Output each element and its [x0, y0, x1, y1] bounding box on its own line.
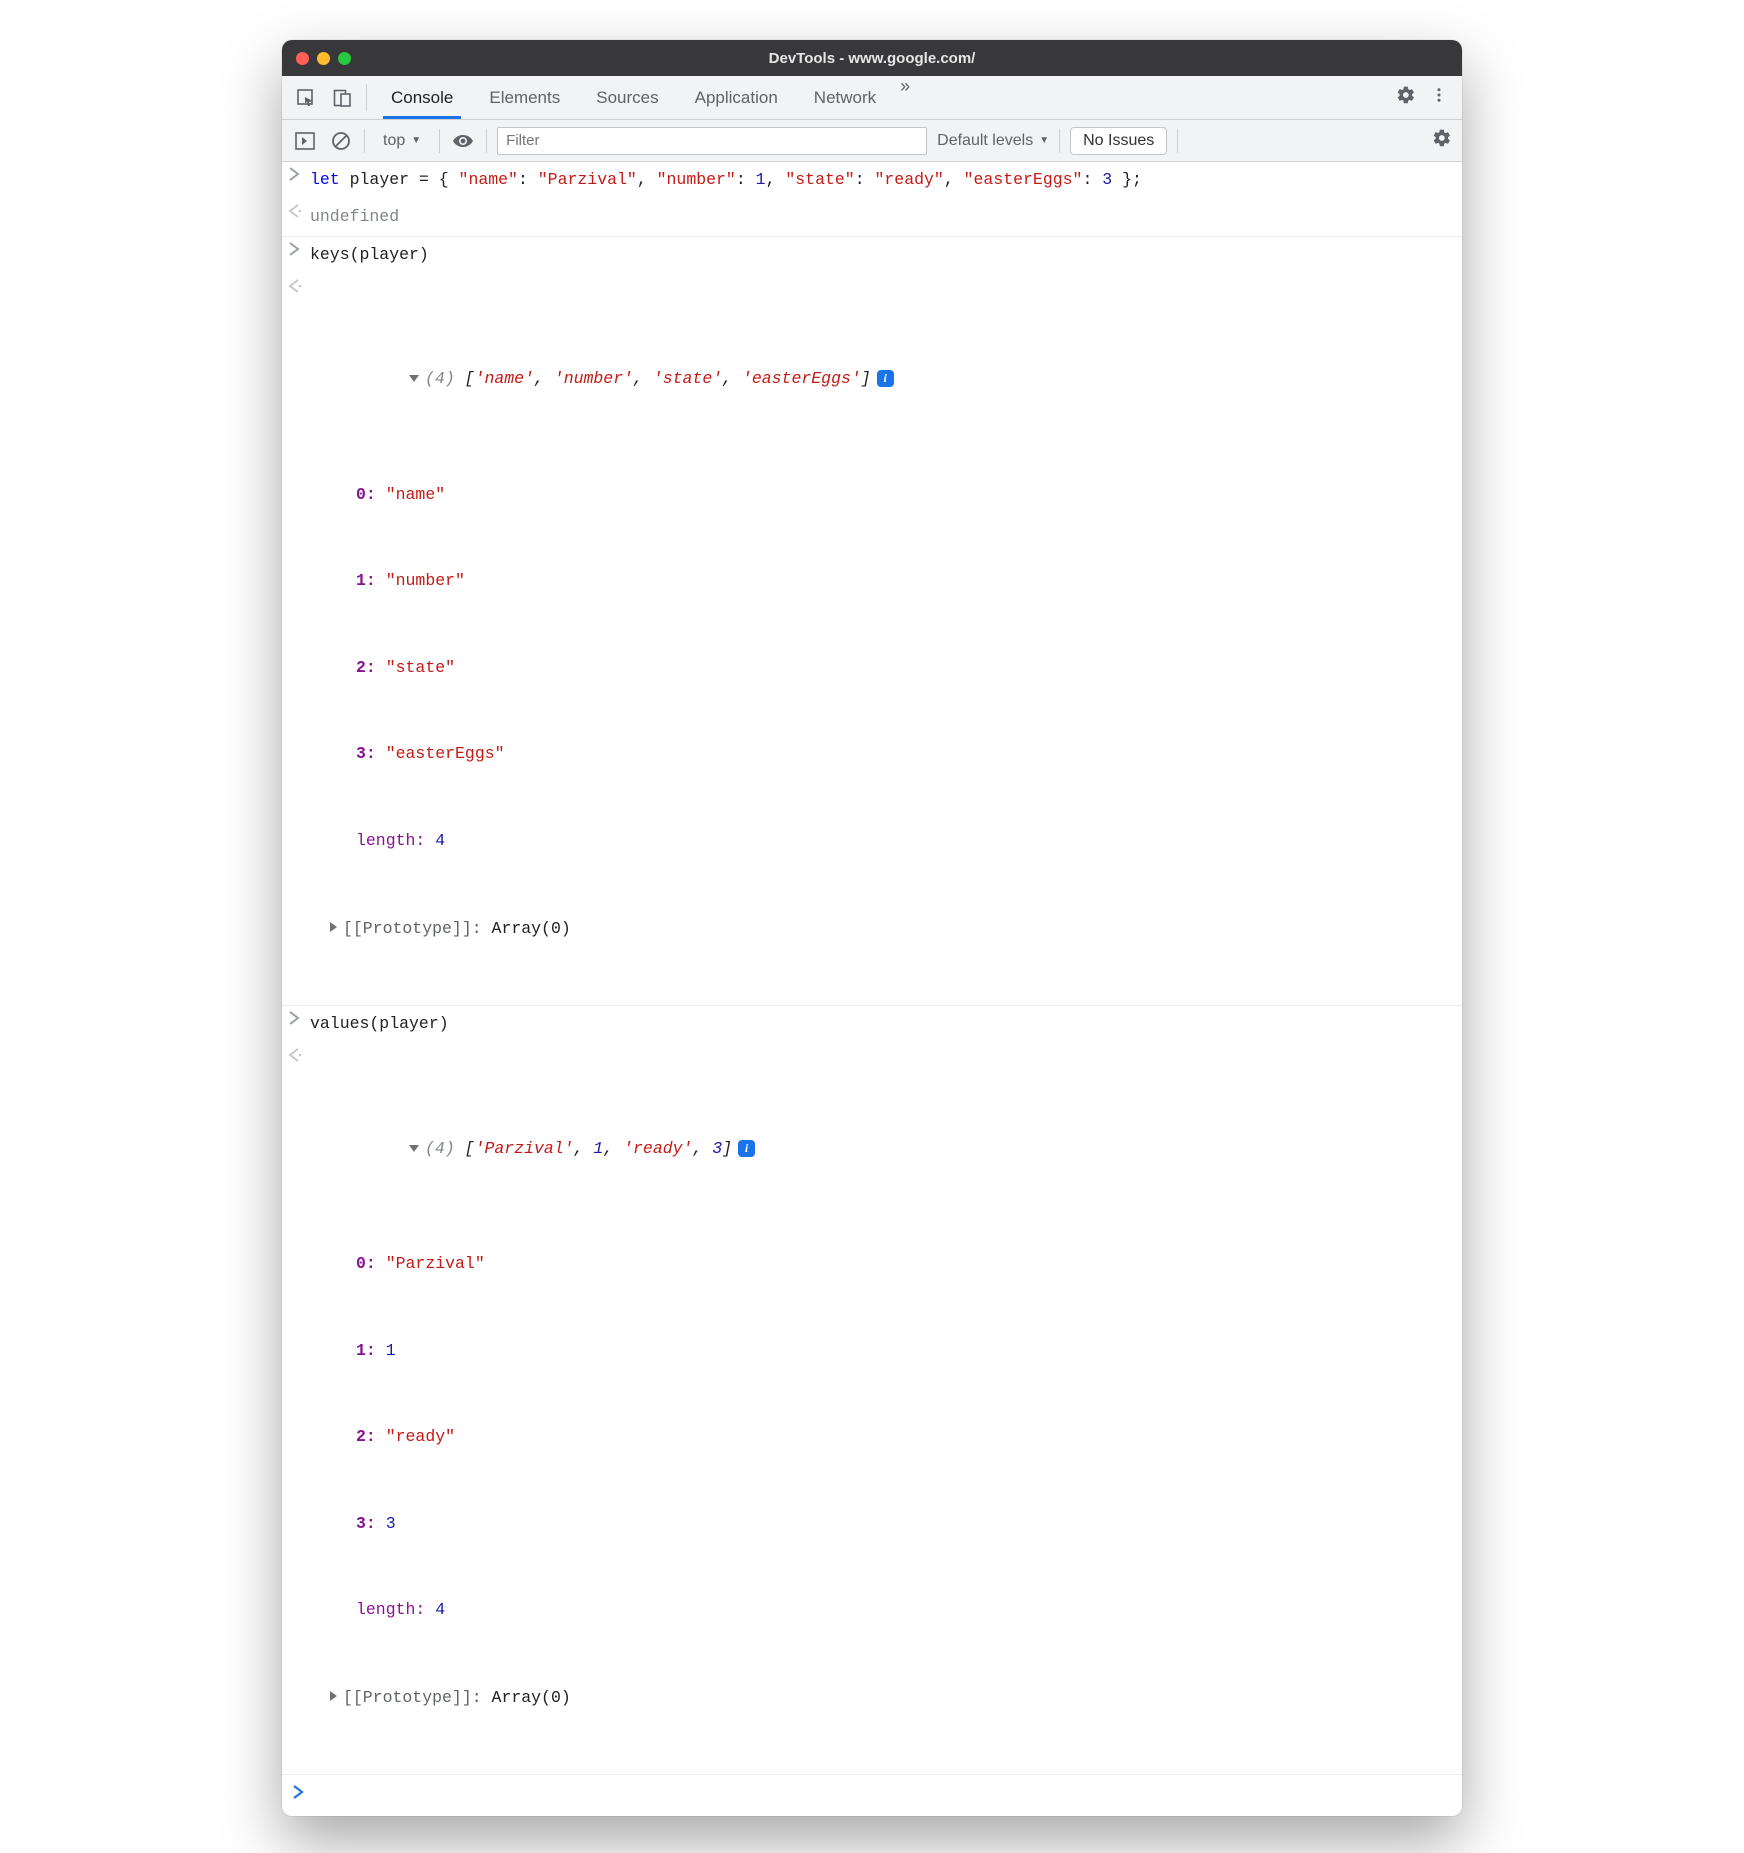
clear-console-icon[interactable] — [328, 131, 354, 151]
tab-label: Network — [814, 88, 876, 108]
window-title: DevTools - www.google.com/ — [282, 50, 1462, 67]
input-caret-icon — [288, 1010, 310, 1039]
prototype-row[interactable]: [[Prototype]]: Array(0) — [310, 1683, 1452, 1713]
devtools-window: DevTools - www.google.com/ Console Eleme… — [282, 40, 1462, 1816]
prototype-row[interactable]: [[Prototype]]: Array(0) — [310, 914, 1452, 944]
close-icon[interactable] — [296, 52, 309, 65]
inspect-element-icon[interactable] — [288, 76, 324, 119]
code-line: keys(player) — [310, 241, 1452, 270]
code-line: let player = { "name": "Parzival", "numb… — [310, 166, 1452, 195]
array-item[interactable]: 1: 1 — [310, 1337, 1452, 1366]
kebab-menu-icon[interactable] — [1430, 86, 1448, 109]
tabs-right — [1396, 76, 1456, 119]
tab-elements[interactable]: Elements — [471, 76, 578, 119]
chevron-down-icon: ▼ — [1039, 135, 1049, 146]
zoom-icon[interactable] — [338, 52, 351, 65]
array-item[interactable]: 2: "state" — [310, 654, 1452, 683]
minimize-icon[interactable] — [317, 52, 330, 65]
tab-label: Application — [695, 88, 778, 108]
array-length: length: 4 — [310, 1596, 1452, 1625]
levels-label: Default levels — [937, 132, 1033, 150]
live-expression-icon[interactable] — [450, 133, 476, 149]
disclosure-triangle-icon[interactable] — [409, 1145, 419, 1152]
settings-gear-icon[interactable] — [1396, 85, 1416, 110]
tab-application[interactable]: Application — [677, 76, 796, 119]
console-result-row: (4) ['name', 'number', 'state', 'easterE… — [282, 274, 1462, 1006]
result-caret-icon — [288, 203, 310, 232]
array-result: (4) ['Parzival', 1, 'ready', 3]i 0: "Par… — [310, 1047, 1452, 1770]
log-levels-selector[interactable]: Default levels ▼ — [937, 132, 1049, 150]
console-body: let player = { "name": "Parzival", "numb… — [282, 162, 1462, 1816]
tab-network[interactable]: Network — [796, 76, 894, 119]
array-item[interactable]: 0: "Parzival" — [310, 1250, 1452, 1279]
input-caret-icon — [288, 241, 310, 270]
sidebar-toggle-icon[interactable] — [292, 132, 318, 150]
console-result-row: undefined — [282, 199, 1462, 237]
array-length: length: 4 — [310, 827, 1452, 856]
separator — [364, 129, 365, 153]
info-icon[interactable]: i — [877, 370, 894, 387]
info-icon[interactable]: i — [738, 1140, 755, 1157]
tab-label: Elements — [489, 88, 560, 108]
separator — [439, 129, 440, 153]
input-caret-icon — [288, 166, 310, 195]
chevron-down-icon: ▼ — [411, 135, 421, 146]
array-result: (4) ['name', 'number', 'state', 'easterE… — [310, 278, 1452, 1001]
array-summary[interactable]: (4) ['Parzival', 1, 'ready', 3]i — [310, 1105, 1452, 1192]
filter-input[interactable] — [497, 127, 927, 155]
more-tabs-icon[interactable]: » — [894, 76, 916, 119]
separator — [1177, 129, 1178, 153]
array-item[interactable]: 0: "name" — [310, 481, 1452, 510]
disclosure-triangle-icon[interactable] — [330, 1691, 337, 1701]
separator — [486, 129, 487, 153]
result-caret-icon — [288, 278, 310, 1001]
tab-console[interactable]: Console — [373, 76, 471, 119]
console-prompt[interactable] — [282, 1775, 1462, 1816]
titlebar: DevTools - www.google.com/ — [282, 40, 1462, 76]
array-item[interactable]: 1: "number" — [310, 567, 1452, 596]
prompt-caret-icon — [292, 1781, 314, 1810]
array-item[interactable]: 2: "ready" — [310, 1423, 1452, 1452]
array-item[interactable]: 3: "easterEggs" — [310, 740, 1452, 769]
array-summary[interactable]: (4) ['name', 'number', 'state', 'easterE… — [310, 335, 1452, 422]
tab-sources[interactable]: Sources — [578, 76, 676, 119]
console-settings-gear-icon[interactable] — [1432, 128, 1452, 153]
console-input-row[interactable]: keys(player) — [282, 237, 1462, 274]
divider — [366, 84, 367, 111]
separator — [1059, 129, 1060, 153]
context-label: top — [383, 132, 405, 150]
console-input-row[interactable]: values(player) — [282, 1006, 1462, 1043]
tab-label: Console — [391, 88, 453, 108]
result-value: undefined — [310, 203, 1452, 232]
device-toggle-icon[interactable] — [324, 76, 360, 119]
traffic-lights — [296, 52, 351, 65]
console-input-row[interactable]: let player = { "name": "Parzival", "numb… — [282, 162, 1462, 199]
array-item[interactable]: 3: 3 — [310, 1510, 1452, 1539]
code-line: values(player) — [310, 1010, 1452, 1039]
tabs-row: Console Elements Sources Application Net… — [282, 76, 1462, 120]
tab-label: Sources — [596, 88, 658, 108]
disclosure-triangle-icon[interactable] — [330, 922, 337, 932]
context-selector[interactable]: top ▼ — [375, 129, 429, 153]
console-toolbar: top ▼ Default levels ▼ No Issues — [282, 120, 1462, 162]
issues-button[interactable]: No Issues — [1070, 127, 1167, 155]
result-caret-icon — [288, 1047, 310, 1770]
console-result-row: (4) ['Parzival', 1, 'ready', 3]i 0: "Par… — [282, 1043, 1462, 1775]
disclosure-triangle-icon[interactable] — [409, 375, 419, 382]
